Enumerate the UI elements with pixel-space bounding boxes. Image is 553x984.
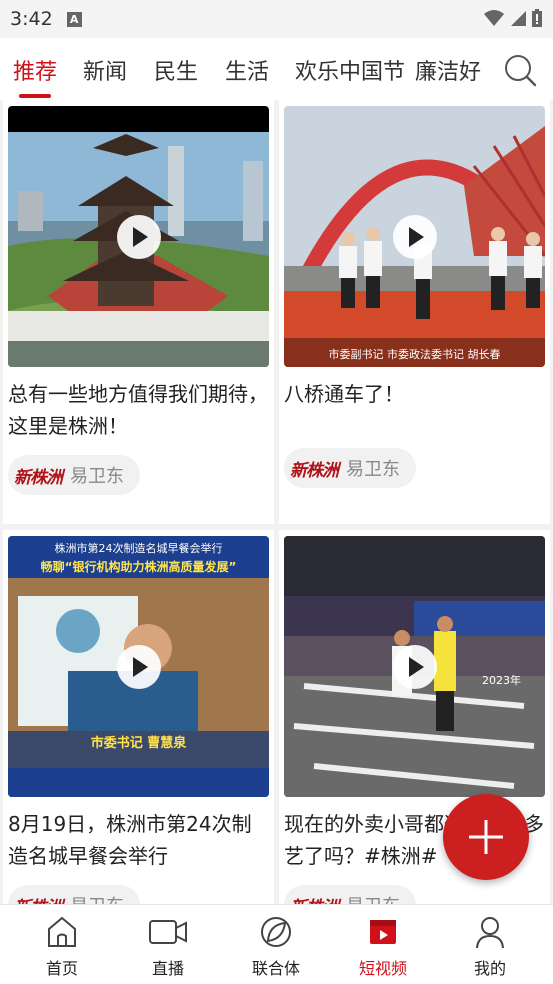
video-title[interactable]: 八桥通车了！ [284,378,546,410]
video-overlay-subhead: 畅聊“银行机构助力株洲高质量发展” [40,560,237,574]
video-overlay-caption: 2023年 [482,674,521,687]
tab-life[interactable]: 生活 [225,54,269,86]
nav-label: 直播 [151,959,184,978]
tab-recommend[interactable]: 推荐 [13,54,57,86]
source-logo: 新株洲 [290,460,339,481]
video-overlay-headline: 株洲市第24次制造名城早餐会举行 [54,542,223,555]
video-card[interactable]: 市委副书记 市委政法委书记 胡长春 八桥通车了！ 新株洲 易卫东 [279,100,550,524]
nav-alliance[interactable]: 联合体 [226,905,326,984]
video-title[interactable]: 8月19日，株洲市第24次制造名城早餐会举行 [8,808,270,872]
status-icons [483,8,543,28]
nav-home[interactable]: 首页 [12,905,112,984]
author-name: 易卫东 [346,459,400,480]
play-icon[interactable] [116,644,161,689]
short-video-icon [370,920,396,944]
video-title[interactable]: 总有一些地方值得我们期待，这里是株洲！ [8,378,270,442]
status-time: 3:42 [10,8,53,30]
compass-leaf-icon [261,917,291,947]
tab-livelihood[interactable]: 民生 [154,54,198,86]
notification-icon: A [66,11,82,27]
video-card[interactable]: 株洲市第24次制造名城早餐会举行 畅聊“银行机构助力株洲高质量发展” 市委书记 … [3,530,274,910]
video-overlay-caption: 市委副书记 市委政法委书记 胡长春 [328,348,501,361]
bottom-navigation: 首页 直播 联合体 短视频 我的 [0,904,553,984]
status-bar: 3:42 A [0,0,553,38]
author-chip[interactable]: 新株洲 易卫东 [8,455,140,495]
tab-integrity[interactable]: 廉洁好 [415,54,481,86]
wifi-icon [484,10,504,26]
video-thumbnail[interactable]: 2023年 [284,536,545,797]
battery-icon [532,9,542,27]
nav-short-video[interactable]: 短视频 [333,905,433,984]
nav-label: 首页 [45,959,78,978]
source-logo: 新株洲 [14,467,63,488]
video-thumbnail[interactable] [8,106,269,367]
nav-profile[interactable]: 我的 [440,905,540,984]
video-thumbnail[interactable]: 株洲市第24次制造名城早餐会举行 畅聊“银行机构助力株洲高质量发展” 市委书记 … [8,536,269,797]
author-chip[interactable]: 新株洲 易卫东 [284,448,416,488]
category-tabs: 推荐 新闻 民生 生活 欢乐中国节 廉洁好 [0,38,553,100]
video-thumbnail[interactable]: 市委副书记 市委政法委书记 胡长春 [284,106,545,367]
video-overlay-caption: 市委书记 曹慧泉 [90,736,187,751]
nav-label: 我的 [473,959,506,978]
video-card[interactable]: 总有一些地方值得我们期待，这里是株洲！ 新株洲 易卫东 [3,100,274,524]
video-camera-icon [149,920,187,944]
nav-live[interactable]: 直播 [118,905,218,984]
tab-overflow-region: 欢乐中国节 廉洁好 [290,38,490,100]
play-icon[interactable] [392,644,437,689]
signal-icon [511,11,526,26]
tab-news[interactable]: 新闻 [83,54,127,86]
nav-label: 联合体 [251,959,300,978]
user-icon [476,917,504,949]
author-name: 易卫东 [70,466,124,487]
play-icon[interactable] [116,214,161,259]
play-icon[interactable] [392,214,437,259]
tab-active-indicator [19,94,51,98]
nav-label: 短视频 [358,959,407,978]
create-post-button[interactable] [443,794,529,880]
tab-festival[interactable]: 欢乐中国节 [295,54,405,86]
home-icon [48,916,76,947]
search-icon[interactable] [502,52,538,88]
